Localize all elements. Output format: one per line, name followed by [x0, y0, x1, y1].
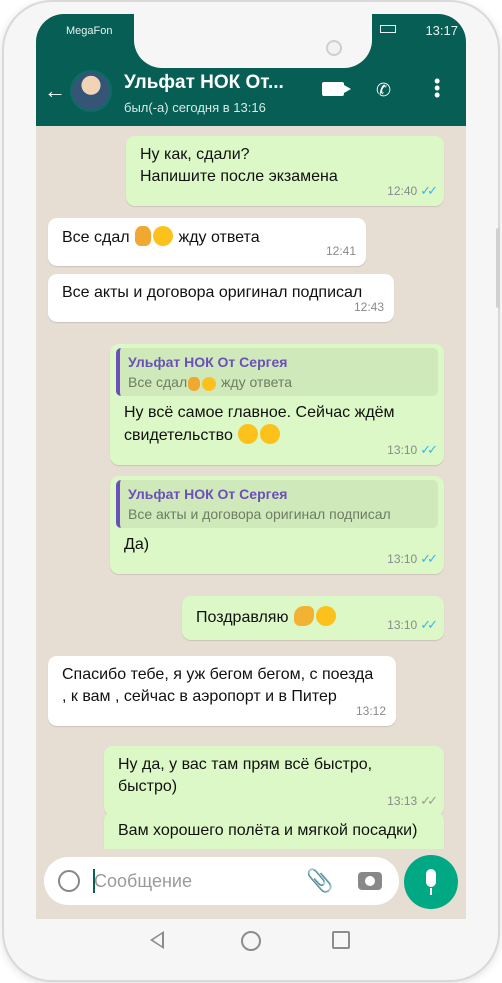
pray-emoji-icon: [188, 377, 201, 391]
nav-home-icon[interactable]: [241, 931, 261, 951]
clap-emoji-icon: [293, 606, 314, 626]
last-seen: был(-а) сегодня в 13:16: [124, 100, 266, 115]
message-text: Поздравляю: [196, 609, 289, 626]
system-nav-bar: [36, 919, 466, 963]
message-time: 13:10: [387, 618, 418, 632]
quoted-message[interactable]: Ульфат НОК От Сергея Все сдал жду ответа: [116, 348, 438, 396]
message-text: Ну как, сдали? Напишите после экзамена: [140, 146, 338, 185]
message-meta: 13:10 ✓✓: [387, 439, 438, 461]
delivered-ticks-icon: ✓✓: [420, 793, 438, 808]
message-bubble[interactable]: Ульфат НОК От Сергея Все акты и договора…: [110, 476, 444, 574]
quote-text-after: жду ответа: [221, 374, 292, 390]
quote-text: Все акты и договора оригинал подписал: [128, 506, 391, 522]
message-input[interactable]: Сообщение 📎: [44, 857, 399, 905]
message-time: 13:10: [387, 552, 418, 566]
emoji-icon[interactable]: [58, 870, 80, 892]
avatar[interactable]: [70, 70, 112, 112]
camera-icon[interactable]: [358, 872, 382, 890]
compose-bar: Сообщение 📎: [36, 849, 466, 919]
read-ticks-icon: ✓✓: [420, 183, 438, 198]
message-text: Вам хорошего полёта и мягкой посадки): [118, 822, 418, 839]
message-text: Все сдал: [62, 229, 130, 246]
message-bubble[interactable]: Ну как, сдали? Напишите после экзамена 1…: [126, 136, 444, 206]
quote-author: Ульфат НОК От Сергея: [128, 354, 288, 370]
message-list[interactable]: Ну как, сдали? Напишите после экзамена 1…: [36, 126, 466, 872]
message-time: 12:41: [325, 244, 356, 258]
arrow-left-icon[interactable]: ←: [44, 78, 66, 104]
battery-icon: [380, 25, 396, 33]
nav-back-icon[interactable]: [150, 931, 164, 949]
quote-text-main: Все сдал: [128, 374, 188, 390]
message-meta: 13:10 ✓✓: [387, 548, 438, 570]
message-text: Спасибо тебе, я уж бегом бегом, с поезда…: [62, 666, 374, 705]
phone-icon[interactable]: ✆: [376, 80, 391, 101]
message-bubble[interactable]: Все сдал жду ответа 12:41: [48, 218, 366, 266]
grin-emoji-icon: [153, 226, 174, 246]
quote-text: Все сдал жду ответа: [128, 372, 430, 392]
paperclip-icon[interactable]: 📎: [306, 868, 333, 894]
carrier-label: MegaFon: [66, 25, 113, 37]
message-bubble[interactable]: Ульфат НОК От Сергея Все сдал жду ответа…: [110, 344, 444, 465]
message-time: 12:43: [353, 300, 384, 314]
front-camera: [326, 40, 342, 56]
message-text: Ну всё самое главное. Сейчас ждём свидет…: [124, 404, 395, 444]
status-time: 13:17: [425, 23, 458, 38]
volume-button: [496, 228, 500, 308]
read-ticks-icon: ✓✓: [420, 617, 438, 632]
message-text: Ну да, у вас там прям всё быстро, быстро…: [118, 756, 373, 795]
message-bubble[interactable]: Поздравляю 13:10 ✓✓: [182, 596, 444, 640]
message-meta: 13:10 ✓✓: [387, 614, 438, 636]
message-time: 13:10: [387, 443, 418, 457]
read-ticks-icon: ✓✓: [420, 442, 438, 457]
message-meta: 12:40 ✓✓: [387, 180, 438, 202]
message-time: 13:13: [387, 794, 418, 808]
message-bubble[interactable]: Спасибо тебе, я уж бегом бегом, с поезда…: [48, 656, 396, 726]
more-vert-icon[interactable]: • • •: [434, 72, 440, 104]
ok-hand-emoji-icon: [238, 424, 259, 444]
message-text: Да): [124, 536, 150, 553]
message-text: Все акты и договора оригинал подписал: [62, 284, 363, 301]
message-meta: 13:13 ✓✓: [387, 790, 438, 812]
message-placeholder[interactable]: Сообщение: [94, 871, 192, 892]
halo-emoji-icon: [315, 606, 336, 626]
blush-emoji-icon: [260, 424, 281, 444]
video-call-icon[interactable]: [322, 82, 351, 96]
quote-author: Ульфат НОК От Сергея: [128, 486, 288, 502]
message-text-after: жду ответа: [178, 229, 260, 246]
mic-icon[interactable]: [404, 855, 458, 909]
contact-name[interactable]: Ульфат НОК От...: [124, 72, 284, 94]
read-ticks-icon: ✓✓: [420, 551, 438, 566]
message-bubble[interactable]: Ну да, у вас там прям всё быстро, быстро…: [104, 746, 444, 816]
message-time: 12:40: [387, 184, 418, 198]
nav-recents-icon[interactable]: [332, 931, 350, 949]
message-time: 13:12: [355, 704, 386, 718]
message-bubble[interactable]: Все акты и договора оригинал подписал 12…: [48, 274, 394, 322]
pray-emoji-icon: [135, 226, 152, 246]
quoted-message[interactable]: Ульфат НОК От Сергея Все акты и договора…: [116, 480, 438, 528]
chat-screen: MegaFon 13:17 ← Ульфат НОК От... был(-а)…: [36, 14, 466, 919]
grin-emoji-icon: [202, 377, 217, 391]
